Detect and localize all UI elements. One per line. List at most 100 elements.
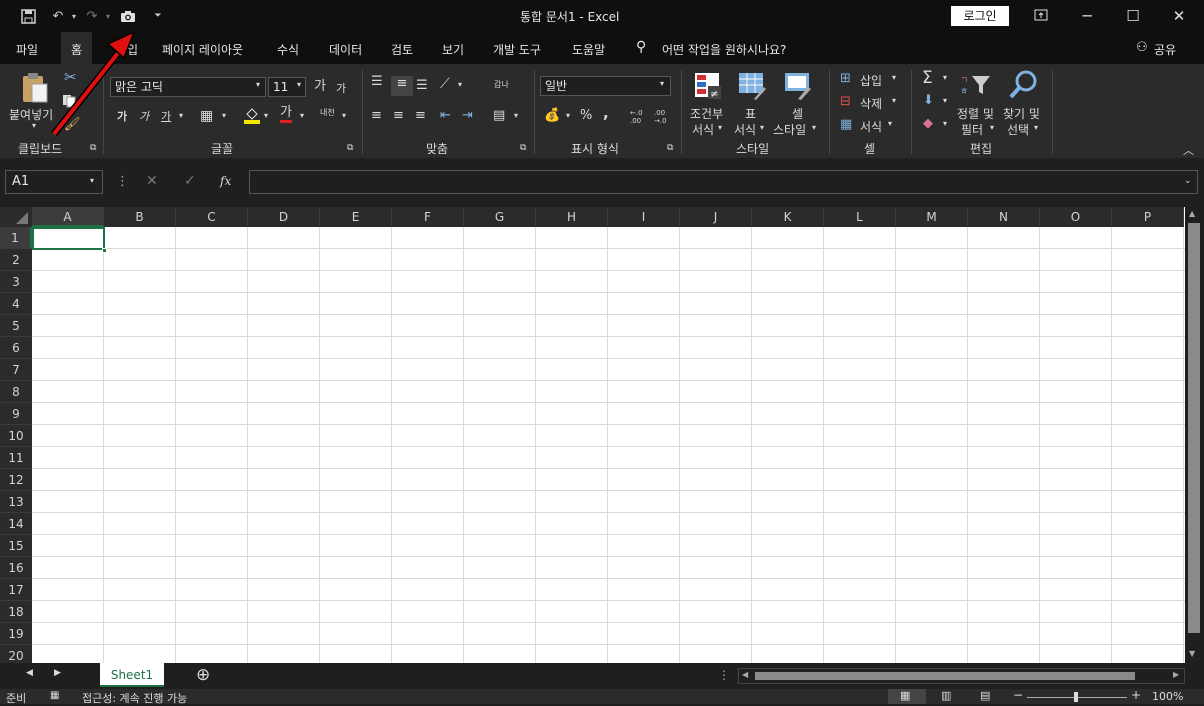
fill-color-icon[interactable] (244, 106, 260, 127)
find-select-label-2[interactable]: 선택 (1007, 121, 1029, 138)
increase-decimal-button[interactable]: ←.0 .00 (630, 109, 650, 125)
column-header-o[interactable]: O (1040, 207, 1112, 227)
column-header-n[interactable]: N (968, 207, 1040, 227)
chevron-down-icon[interactable]: ▾ (300, 111, 304, 120)
dialog-launcher-icon[interactable]: ⧉ (347, 143, 353, 153)
shrink-font-button[interactable]: 가 (336, 82, 346, 96)
insert-cells-icon[interactable]: ⊞ (840, 71, 851, 86)
format-as-table-label-1[interactable]: 표 (745, 105, 756, 122)
chevron-down-icon[interactable]: ▾ (179, 111, 183, 120)
chevron-down-icon[interactable]: ▾ (990, 123, 994, 132)
currency-icon[interactable]: 💰 (544, 108, 560, 123)
chevron-down-icon[interactable]: ▾ (943, 96, 947, 105)
chevron-down-icon[interactable]: ▾ (718, 123, 722, 132)
page-break-view-icon[interactable]: ▤ (980, 689, 990, 702)
macro-record-icon[interactable]: ▦ (50, 690, 59, 701)
phonetic-button[interactable]: 내천 (320, 106, 335, 120)
format-cells-icon[interactable]: ▦ (840, 117, 852, 132)
insert-cells-button[interactable]: 삽입 (860, 72, 882, 89)
column-header-k[interactable]: K (752, 207, 824, 227)
column-header-f[interactable]: F (392, 207, 464, 227)
vertical-scrollbar[interactable]: ▲ ▼ (1185, 207, 1204, 663)
chevron-down-icon[interactable]: ▾ (1034, 123, 1038, 132)
chevron-down-icon[interactable]: ▾ (943, 119, 947, 128)
select-all-button[interactable] (0, 207, 32, 227)
cell-styles-label-1[interactable]: 셀 (792, 105, 803, 122)
chevron-down-icon[interactable]: ▾ (32, 121, 36, 130)
column-header-d[interactable]: D (248, 207, 320, 227)
tab-view[interactable]: 보기 (442, 41, 464, 58)
chevron-down-icon[interactable]: ▾ (66, 8, 82, 24)
dialog-launcher-icon[interactable]: ⧉ (520, 143, 526, 153)
tab-developer[interactable]: 개발 도구 (493, 41, 541, 58)
sort-filter-label-2[interactable]: 필터 (961, 121, 983, 138)
ribbon-display-icon[interactable] (1026, 6, 1056, 26)
clear-icon[interactable]: ◆ (923, 116, 933, 131)
expand-formula-bar-icon[interactable]: ⌄ (1184, 176, 1192, 186)
comma-button[interactable]: , (603, 106, 609, 121)
row-header-20[interactable]: 20 (0, 645, 32, 663)
format-cells-button[interactable]: 서식 (860, 118, 882, 135)
grow-font-button[interactable]: 가 (314, 80, 326, 94)
chevron-down-icon[interactable]: ▾ (892, 96, 896, 105)
sheet-tab-sheet1[interactable]: Sheet1 (100, 663, 164, 687)
zoom-in-icon[interactable]: + (1131, 688, 1141, 702)
row-header-19[interactable]: 19 (0, 623, 32, 645)
login-button[interactable]: 로그인 (951, 6, 1009, 26)
column-header-j[interactable]: J (680, 207, 752, 227)
tab-formulas[interactable]: 수식 (277, 41, 299, 58)
insert-function-button[interactable]: fx (220, 174, 231, 188)
row-header-6[interactable]: 6 (0, 337, 32, 359)
row-header-9[interactable]: 9 (0, 403, 32, 425)
chevron-down-icon[interactable]: ▾ (760, 123, 764, 132)
cancel-icon[interactable]: ✕ (146, 173, 158, 189)
row-header-5[interactable]: 5 (0, 315, 32, 337)
close-icon[interactable]: ✕ (1164, 6, 1194, 26)
zoom-slider-thumb[interactable] (1074, 692, 1078, 702)
tab-help[interactable]: 도움말 (572, 41, 605, 58)
more-options-icon[interactable]: ⋮ (718, 668, 730, 682)
dialog-launcher-icon[interactable]: ⧉ (90, 143, 96, 153)
chevron-down-icon[interactable]: ▾ (222, 111, 226, 120)
horizontal-scrollbar[interactable]: ◀ ▶ (738, 668, 1185, 684)
chevron-down-icon[interactable]: ▾ (943, 73, 947, 82)
customize-toolbar-icon[interactable]: ⏷ (150, 8, 166, 24)
row-header-8[interactable]: 8 (0, 381, 32, 403)
fill-icon[interactable]: ⬇ (923, 93, 934, 108)
row-header-2[interactable]: 2 (0, 249, 32, 271)
row-header-3[interactable]: 3 (0, 271, 32, 293)
borders-icon[interactable]: ▦ (200, 108, 213, 124)
row-header-17[interactable]: 17 (0, 579, 32, 601)
tab-review[interactable]: 검토 (391, 41, 413, 58)
conditional-formatting-icon[interactable]: ≠ (694, 72, 722, 103)
wrap-text-button[interactable]: 갑나 (494, 78, 509, 92)
zoom-level[interactable]: 100% (1152, 690, 1183, 703)
redo-icon[interactable]: ↷ (84, 8, 100, 24)
tab-page-layout[interactable]: 페이지 레이아웃 (162, 41, 243, 58)
undo-icon[interactable]: ↶ (50, 8, 66, 24)
format-as-table-label-2[interactable]: 서식 (734, 121, 756, 138)
zoom-out-icon[interactable]: − (1013, 688, 1023, 702)
row-header-1[interactable]: 1 (0, 227, 32, 249)
decrease-indent-icon[interactable]: ⇤ (440, 108, 451, 123)
find-select-label-1[interactable]: 찾기 및 (1003, 105, 1040, 122)
page-layout-view-icon[interactable]: ▥ (941, 689, 951, 702)
column-header-p[interactable]: P (1112, 207, 1184, 227)
delete-cells-button[interactable]: 삭제 (860, 95, 882, 112)
active-cell[interactable] (32, 227, 105, 250)
sort-filter-label-1[interactable]: 정렬 및 (957, 105, 994, 122)
chevron-down-icon[interactable]: ▾ (342, 111, 346, 120)
column-header-m[interactable]: M (896, 207, 968, 227)
more-options-icon[interactable]: ⋮ (116, 174, 129, 189)
column-header-e[interactable]: E (320, 207, 392, 227)
column-header-a[interactable]: A (32, 207, 104, 227)
delete-cells-icon[interactable]: ⊟ (840, 94, 851, 109)
chevron-down-icon[interactable]: ▾ (100, 8, 116, 24)
font-color-button[interactable]: 가 (280, 106, 292, 123)
previous-sheet-icon[interactable]: ◀ (26, 668, 33, 678)
sort-filter-icon[interactable]: ㄱㅎ (960, 72, 992, 101)
save-icon[interactable] (20, 8, 36, 24)
column-header-b[interactable]: B (104, 207, 176, 227)
chevron-down-icon[interactable]: ▾ (458, 80, 462, 89)
add-sheet-icon[interactable]: ⊕ (196, 665, 210, 685)
